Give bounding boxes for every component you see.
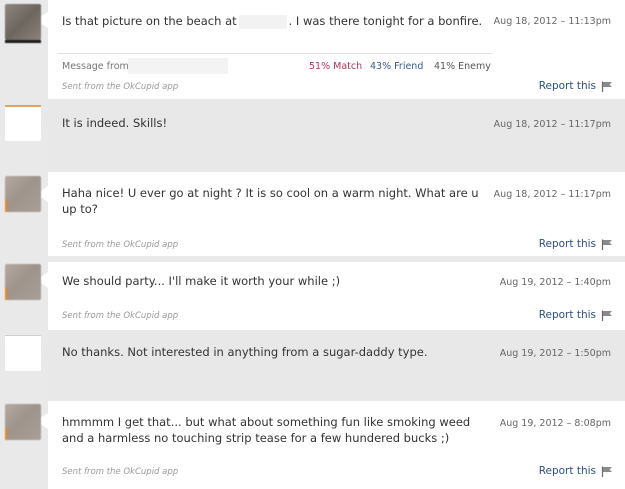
message-timestamp: Aug 18, 2012 – 11:17pm [493,189,611,200]
message-text: Haha nice! U ever go at night ? It is so… [62,186,479,216]
report-label: Report this [538,238,596,250]
message-item-3: Haha nice! U ever go at night ? It is so… [0,172,625,256]
message-text: No thanks. Not interested in anything fr… [62,345,428,359]
message-timestamp: Aug 18, 2012 – 11:13pm [493,16,611,27]
enemy-percent: 41% Enemy [434,61,491,72]
redacted-location [238,14,287,29]
message-text-part-2: . I was there tonight for a bonfire. [288,14,483,28]
sender-avatar[interactable] [5,176,41,212]
my-avatar[interactable] [5,335,41,371]
message-text: It is indeed. Skills! [62,116,168,130]
report-button[interactable]: Report this [539,465,613,477]
message-item-2: It is indeed. Skills! Aug 18, 2012 – 11:… [0,103,625,171]
match-percent: 51% Match [309,61,363,72]
message-bubble [48,103,625,171]
message-item-6: hmmmm I get that... but what about somet… [0,401,625,489]
message-timestamp: Aug 18, 2012 – 11:17pm [493,119,611,130]
message-thread: Is that picture on the beach at . I was t… [0,0,625,489]
message-timestamp: Aug 19, 2012 – 8:08pm [499,418,611,429]
report-button[interactable]: Report this [539,80,613,92]
sent-from-app: Sent from the OkCupid app [62,467,179,477]
sender-avatar[interactable] [5,264,41,300]
report-button[interactable]: Report this [539,309,613,321]
sent-from-app: Sent from the OkCupid app [62,82,179,92]
friend-percent: 43% Friend [370,61,424,72]
message-bubble [48,333,625,399]
message-timestamp: Aug 19, 2012 – 1:40pm [499,277,611,288]
my-avatar[interactable] [5,105,41,141]
flag-icon [601,310,612,321]
flag-icon [601,81,612,92]
message-text: hmmmm I get that... but what about somet… [62,415,471,445]
message-item-1: Is that picture on the beach at . I was t… [0,0,625,99]
message-item-4: We should party... I'll make it worth yo… [0,262,625,330]
redacted-username [128,58,228,74]
report-label: Report this [538,309,596,321]
flag-icon [601,239,612,250]
flag-icon [601,466,612,477]
report-label: Report this [538,80,596,92]
message-item-5: No thanks. Not interested in anything fr… [0,333,625,399]
message-timestamp: Aug 19, 2012 – 1:50pm [499,348,611,359]
report-button[interactable]: Report this [539,238,613,250]
sender-avatar[interactable] [5,404,41,440]
message-text: We should party... I'll make it worth yo… [62,274,341,288]
report-label: Report this [538,465,596,477]
message-text-part-1: Is that picture on the beach at [62,14,237,28]
sent-from-app: Sent from the OkCupid app [62,311,179,321]
message-text: Is that picture on the beach at . I was t… [62,13,502,29]
divider [58,53,492,54]
sender-avatar[interactable] [5,4,41,43]
message-from-label: Message from [62,61,129,72]
sent-from-app: Sent from the OkCupid app [62,240,179,250]
